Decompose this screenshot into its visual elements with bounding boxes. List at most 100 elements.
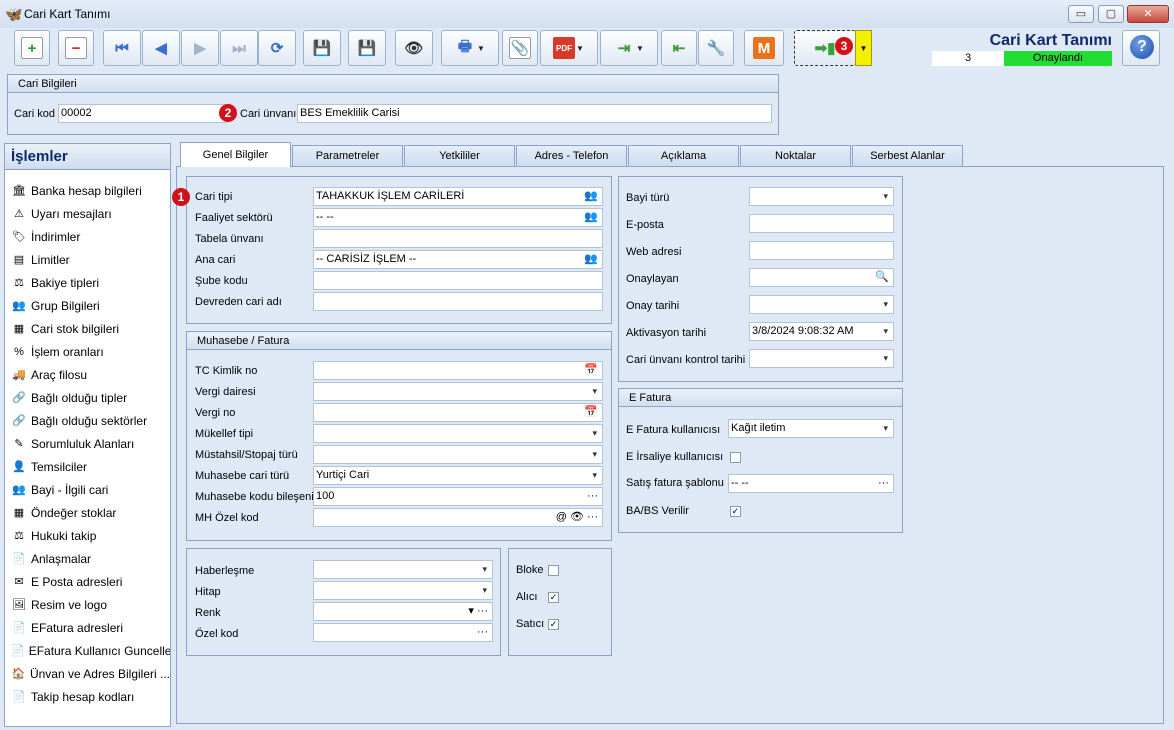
sidebar-item[interactable]: 👥 Grup Bilgileri xyxy=(5,294,170,317)
flag-checkbox[interactable]: ✓ xyxy=(548,619,559,630)
muhasebe-field-input[interactable]: @ 👁 ··· xyxy=(313,508,603,527)
right-field-input[interactable]: 3/8/2024 9:08:32 AM xyxy=(749,322,894,341)
sidebar-item[interactable]: ⚠ Uyarı mesajları xyxy=(5,202,170,225)
export-button[interactable]: ⇥ ▼ xyxy=(600,30,658,66)
delete-record-button[interactable]: − xyxy=(58,30,94,66)
group-picker-icon[interactable]: 👥 xyxy=(584,211,598,224)
tab-yetkililer[interactable]: Yetkililer xyxy=(404,145,515,166)
group-picker-icon[interactable]: 👥 xyxy=(584,190,598,203)
sidebar-item[interactable]: 🔗 Bağlı olduğu tipler xyxy=(5,386,170,409)
maximize-button[interactable]: ▢ xyxy=(1098,5,1124,23)
right-field-input[interactable] xyxy=(749,349,894,368)
satis-fatura-sablonu-input[interactable]: -- -- ··· xyxy=(728,474,894,493)
sidebar-item[interactable]: 👥 Bayi - İlgili cari xyxy=(5,478,170,501)
right-field-input[interactable] xyxy=(749,295,894,314)
eirsaliye-checkbox[interactable] xyxy=(730,452,741,463)
sidebar-item[interactable]: 📄 Takip hesap kodları xyxy=(5,685,170,708)
last-record-button[interactable]: ⏭ xyxy=(220,30,258,66)
sidebar-item[interactable]: 🔗 Bağlı olduğu sektörler xyxy=(5,409,170,432)
sidebar-item[interactable]: 🏷 İndirimler xyxy=(5,225,170,248)
pdf-export-button[interactable]: PDF ▼ xyxy=(540,30,598,66)
sidebar-list: 🏛 Banka hesap bilgileri ⚠ Uyarı mesajları 🏷 İ… xyxy=(5,170,170,708)
save-button[interactable]: 💾 xyxy=(303,30,341,66)
color-picker-icon[interactable]: ▾ ··· xyxy=(468,605,488,618)
sidebar-item[interactable]: ▦ Öndeğer stoklar xyxy=(5,501,170,524)
cancel-save-button[interactable]: 💾 xyxy=(348,30,386,66)
muhasebe-field-input[interactable] xyxy=(313,445,603,464)
mh-ozel-kod-actions-icon[interactable]: @ 👁 ··· xyxy=(556,511,598,524)
sidebar-item[interactable]: ⚖ Bakiye tipleri xyxy=(5,271,170,294)
muhasebe-field-input[interactable] xyxy=(313,424,603,443)
m-button[interactable]: M xyxy=(744,30,784,66)
cari-kod-input[interactable]: 00002 xyxy=(58,104,228,123)
genel-field-input[interactable]: -- CARİSİZ İŞLEM -- 👥 xyxy=(313,250,603,269)
sidebar-item[interactable]: ▤ Limitler xyxy=(5,248,170,271)
genel-field-input[interactable] xyxy=(313,271,603,290)
muhasebe-field-input[interactable]: 📅 xyxy=(313,403,603,422)
tab-aciklama[interactable]: Açıklama xyxy=(628,145,739,166)
tab-serbest-alanlar[interactable]: Serbest Alanlar xyxy=(852,145,963,166)
right-field-input[interactable] xyxy=(749,214,894,233)
muhasebe-field-input[interactable]: 100 ··· xyxy=(313,487,603,506)
tab-adres-telefon[interactable]: Adres - Telefon xyxy=(516,145,627,166)
genel-field-input[interactable]: TAHAKKUK İŞLEM CARİLERİ 👥 xyxy=(313,187,603,206)
right-field-input[interactable] xyxy=(749,187,894,206)
tab-noktalar[interactable]: Noktalar xyxy=(740,145,851,166)
minimize-button[interactable]: ▭ xyxy=(1068,5,1094,23)
ellipsis-icon[interactable]: ··· xyxy=(477,626,488,639)
exit-dropdown-button[interactable]: ▼ xyxy=(855,30,872,66)
refresh-button[interactable]: ⟳ xyxy=(258,30,296,66)
help-button[interactable]: ? xyxy=(1122,30,1160,66)
right-field-input[interactable]: 🔍 xyxy=(749,268,894,287)
misc-field-input[interactable]: ··· xyxy=(313,623,493,642)
group-picker-icon[interactable]: 👥 xyxy=(584,253,598,266)
new-record-button[interactable]: + xyxy=(14,30,50,66)
calendar-icon[interactable]: 📅 xyxy=(584,364,598,377)
efatura-kullanici-select[interactable]: Kağıt iletim xyxy=(728,419,894,438)
tab-parametreler[interactable]: Parametreler xyxy=(292,145,403,166)
approver-picker-icon[interactable]: 🔍 xyxy=(875,271,889,284)
first-icon: ⏮ xyxy=(115,39,129,57)
genel-field-input[interactable] xyxy=(313,229,603,248)
cari-unvan-input[interactable]: BES Emeklilik Carisi xyxy=(297,104,772,123)
sidebar-item[interactable]: ✉ E Posta adresleri xyxy=(5,570,170,593)
genel-field-input[interactable] xyxy=(313,292,603,311)
first-record-button[interactable]: ⏮ xyxy=(103,30,141,66)
muhasebe-field-input[interactable]: 📅 xyxy=(313,361,603,380)
attach-button[interactable]: 📎 xyxy=(502,30,538,66)
right-field-input[interactable] xyxy=(749,241,894,260)
sidebar-item[interactable]: ✎ Sorumluluk Alanları xyxy=(5,432,170,455)
print-button[interactable]: 🖶 ▼ xyxy=(441,30,499,66)
misc-field-input[interactable] xyxy=(313,560,493,579)
previous-record-button[interactable]: ◀ xyxy=(142,30,180,66)
sidebar-item[interactable]: % İşlem oranları xyxy=(5,340,170,363)
sidebar-item[interactable]: 📄 Anlaşmalar xyxy=(5,547,170,570)
preview-button[interactable]: 👁 xyxy=(395,30,433,66)
flag-checkbox[interactable]: ✓ xyxy=(548,592,559,603)
ellipsis-icon[interactable]: ··· xyxy=(587,490,598,503)
sidebar-item[interactable]: 🏠 Ünvan ve Adres Bilgileri ... xyxy=(5,662,170,685)
muhasebe-field-input[interactable]: Yurtiçi Cari xyxy=(313,466,603,485)
sidebar-item[interactable]: 📄 EFatura Kullanıcı Guncelle xyxy=(5,639,170,662)
calendar-icon[interactable]: 📅 xyxy=(584,406,598,419)
tab-genel-bilgiler[interactable]: Genel Bilgiler xyxy=(180,142,291,167)
muhasebe-field-input[interactable] xyxy=(313,382,603,401)
ellipsis-icon[interactable]: ··· xyxy=(878,477,889,490)
sidebar-item[interactable]: 🖼 Resim ve logo xyxy=(5,593,170,616)
sidebar-item[interactable]: 👤 Temsilciler xyxy=(5,455,170,478)
sidebar-item[interactable]: ⚖ Hukuki takip xyxy=(5,524,170,547)
next-record-button[interactable]: ▶ xyxy=(181,30,219,66)
babs-checkbox[interactable]: ✓ xyxy=(730,506,741,517)
flag-checkbox[interactable] xyxy=(548,565,559,576)
import-button[interactable]: ⇤ xyxy=(661,30,697,66)
agreement-icon: 📄 xyxy=(12,553,26,565)
tools-button[interactable]: 🔧 xyxy=(698,30,734,66)
sidebar-item[interactable]: 🚚 Araç filosu xyxy=(5,363,170,386)
misc-field-input[interactable] xyxy=(313,581,493,600)
close-button[interactable]: ✕ xyxy=(1127,5,1169,23)
misc-field-input[interactable]: ▾ ··· xyxy=(313,602,493,621)
genel-field-input[interactable]: -- -- 👥 xyxy=(313,208,603,227)
sidebar-item[interactable]: 🏛 Banka hesap bilgileri xyxy=(5,179,170,202)
sidebar-item[interactable]: 📄 EFatura adresleri xyxy=(5,616,170,639)
sidebar-item[interactable]: ▦ Cari stok bilgileri xyxy=(5,317,170,340)
